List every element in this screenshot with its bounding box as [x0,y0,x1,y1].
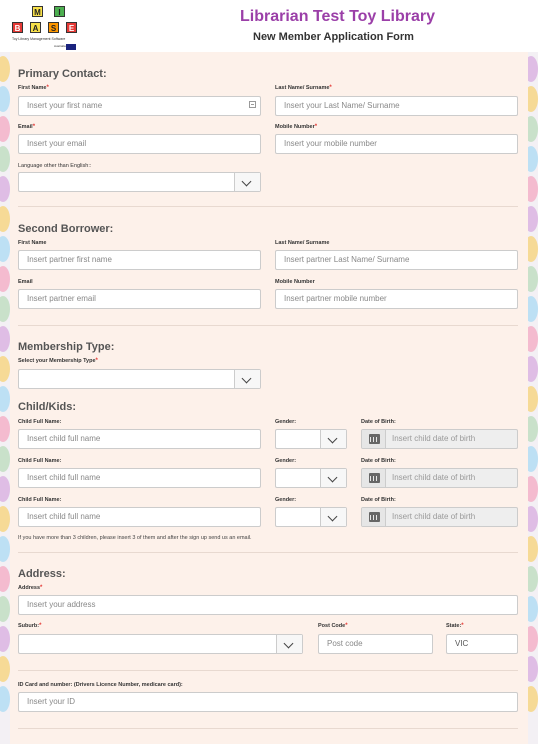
logo-letter: B [12,22,23,33]
calendar-icon[interactable] [362,508,386,526]
partner-email-input[interactable]: Insert partner email [18,289,261,309]
email-input[interactable]: Insert your email [18,134,261,154]
partner-last-name-input[interactable]: Insert partner Last Name/ Surname [275,250,518,270]
first-name-input[interactable]: Insert your first name [18,96,261,116]
partner-mobile-label: Mobile Number [275,279,315,285]
address-label: Address* [18,585,43,591]
language-select[interactable] [18,172,261,192]
membership-type-select[interactable] [18,369,261,389]
gender-label: Gender: [275,458,297,464]
child-name-input[interactable]: Insert child full name [18,507,261,527]
calendar-icon[interactable] [362,469,386,487]
address-input[interactable]: Insert your address [18,595,518,615]
primary-contact-heading: Primary Contact: [18,68,107,80]
dob-label: Date of Birth: [361,419,396,425]
language-label: Language other than English:: [18,163,92,169]
gender-select[interactable] [275,507,347,527]
child-name-label: Child Full Name: [18,419,62,425]
section-divider [18,552,518,553]
section-divider [18,670,518,671]
child-name-input[interactable]: Insert child full name [18,468,261,488]
partner-last-name-label: Last Name/ Surname [275,240,330,246]
section-divider [18,206,518,207]
logo-tagline: Toy Library Management Software [12,37,66,41]
child-dob-input[interactable]: Insert child date of birth [361,468,518,488]
child-dob-input[interactable]: Insert child date of birth [361,429,518,449]
child-dob-placeholder: Insert child date of birth [392,473,476,482]
chevron-down-icon [234,173,260,191]
state-label: State:* [446,623,464,629]
second-borrower-heading: Second Borrower: [18,223,114,235]
gender-label: Gender: [275,419,297,425]
email-label: Email* [18,124,36,130]
address-heading: Address: [18,568,66,580]
page-header: M I B A S E Toy Library Management Softw… [0,0,538,52]
partner-mobile-input[interactable]: Insert partner mobile number [275,289,518,309]
chevron-down-icon [320,430,346,448]
postcode-label: Post Code* [318,623,348,629]
membership-type-heading: Membership Type: [18,341,115,353]
logo-letter: E [66,22,77,33]
child-name-input[interactable]: Insert child full name [18,429,261,449]
autofill-icon[interactable] [249,101,256,108]
logo-country: Australia [54,44,66,48]
dob-label: Date of Birth: [361,497,396,503]
gender-select[interactable] [275,429,347,449]
children-heading: Child/Kids: [18,401,77,413]
left-decorative-pattern [0,52,10,744]
child-name-label: Child Full Name: [18,458,62,464]
membership-type-label: Select your Membership Type* [18,358,98,364]
postcode-input[interactable]: Post code [318,634,433,654]
state-input[interactable]: VIC [446,634,518,654]
mobile-input[interactable]: Insert your mobile number [275,134,518,154]
chevron-down-icon [320,469,346,487]
last-name-input[interactable]: Insert your Last Name/ Surname [275,96,518,116]
gender-label: Gender: [275,497,297,503]
child-dob-placeholder: Insert child date of birth [392,512,476,521]
australia-flag-icon [66,44,76,50]
logo-letter: M [32,6,43,17]
child-dob-placeholder: Insert child date of birth [392,434,476,443]
chevron-down-icon [276,635,302,653]
section-divider [18,325,518,326]
section-divider [18,728,518,729]
application-form: Primary Contact: First Name* Insert your… [10,52,528,744]
logo-letter: S [48,22,59,33]
calendar-icon[interactable] [362,430,386,448]
logo-letter: I [54,6,65,17]
chevron-down-icon [320,508,346,526]
form-title: New Member Application Form [253,31,414,43]
suburb-select[interactable] [18,634,303,654]
logo-letter: A [30,22,41,33]
partner-first-name-input[interactable]: Insert partner first name [18,250,261,270]
mibase-logo[interactable]: M I B A S E Toy Library Management Softw… [10,4,80,50]
dob-label: Date of Birth: [361,458,396,464]
children-note: If you have more than 3 children, please… [18,535,252,541]
child-name-label: Child Full Name: [18,497,62,503]
chevron-down-icon [234,370,260,388]
partner-first-name-label: First Name [18,240,47,246]
id-card-label: ID Card and number: (Drivers Licence Num… [18,682,183,688]
child-dob-input[interactable]: Insert child date of birth [361,507,518,527]
library-title: Librarian Test Toy Library [240,8,436,25]
last-name-label: Last Name/ Surname* [275,85,332,91]
first-name-label: First Name* [18,85,49,91]
right-decorative-pattern [528,52,538,744]
suburb-label: Suburb:* [18,623,42,629]
mobile-label: Mobile Number* [275,124,318,130]
gender-select[interactable] [275,468,347,488]
partner-email-label: Email [18,279,33,285]
id-card-input[interactable]: Insert your ID [18,692,518,712]
